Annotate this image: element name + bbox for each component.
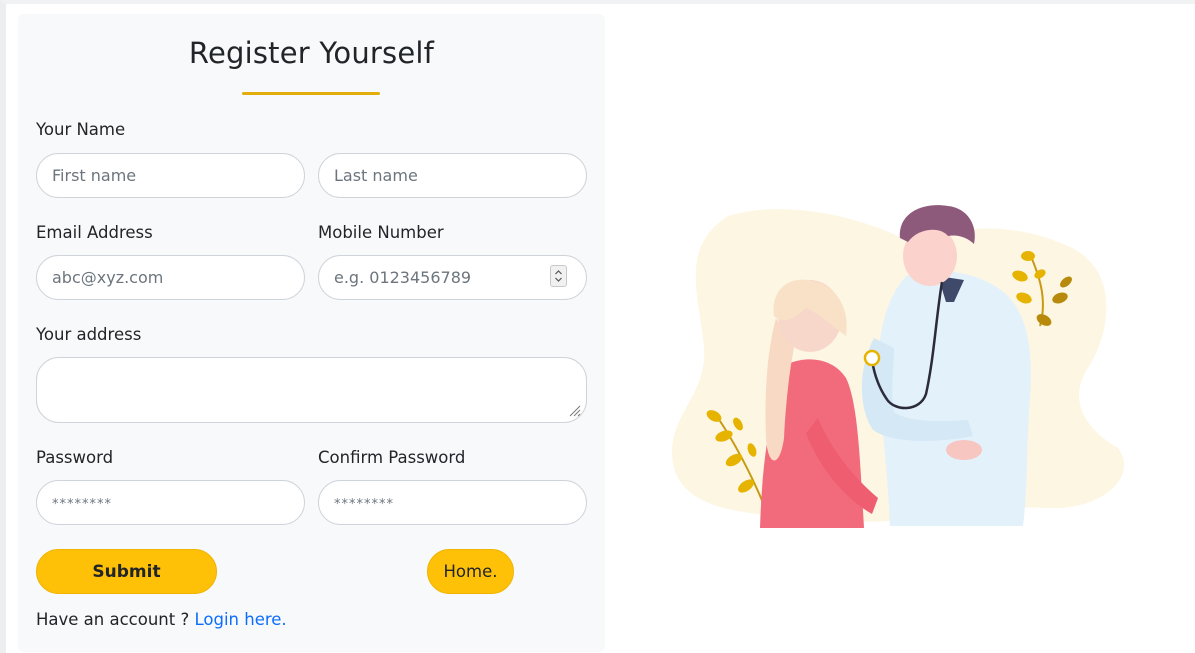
home-button[interactable]: Home. (427, 549, 514, 594)
name-label: Your Name (36, 120, 126, 139)
confirm-password-input[interactable] (318, 480, 587, 525)
resize-grip-icon[interactable] (566, 402, 582, 418)
spinner-arrows-icon (555, 270, 562, 282)
email-label: Email Address (36, 223, 153, 242)
address-textarea[interactable] (36, 357, 587, 423)
mobile-label: Mobile Number (318, 223, 444, 242)
registration-card: Register Yourself Your Name Email Addres… (18, 14, 605, 652)
title-underline (242, 92, 380, 95)
last-name-input[interactable] (318, 153, 587, 198)
login-prompt: Have an account ? Login here. (36, 610, 287, 629)
number-spinner[interactable] (550, 265, 567, 287)
first-name-input[interactable] (36, 153, 305, 198)
submit-button[interactable]: Submit (36, 549, 217, 594)
password-input[interactable] (36, 480, 305, 525)
doctor-patient-illustration-icon (671, 205, 1125, 528)
page-title: Register Yourself (188, 36, 435, 70)
confirm-password-label: Confirm Password (318, 448, 466, 467)
mobile-input[interactable] (318, 255, 587, 300)
email-input[interactable] (36, 255, 305, 300)
password-label: Password (36, 448, 114, 467)
account-prompt-text: Have an account ? (36, 610, 195, 629)
address-label: Your address (36, 325, 142, 344)
login-link[interactable]: Login here. (194, 610, 286, 629)
